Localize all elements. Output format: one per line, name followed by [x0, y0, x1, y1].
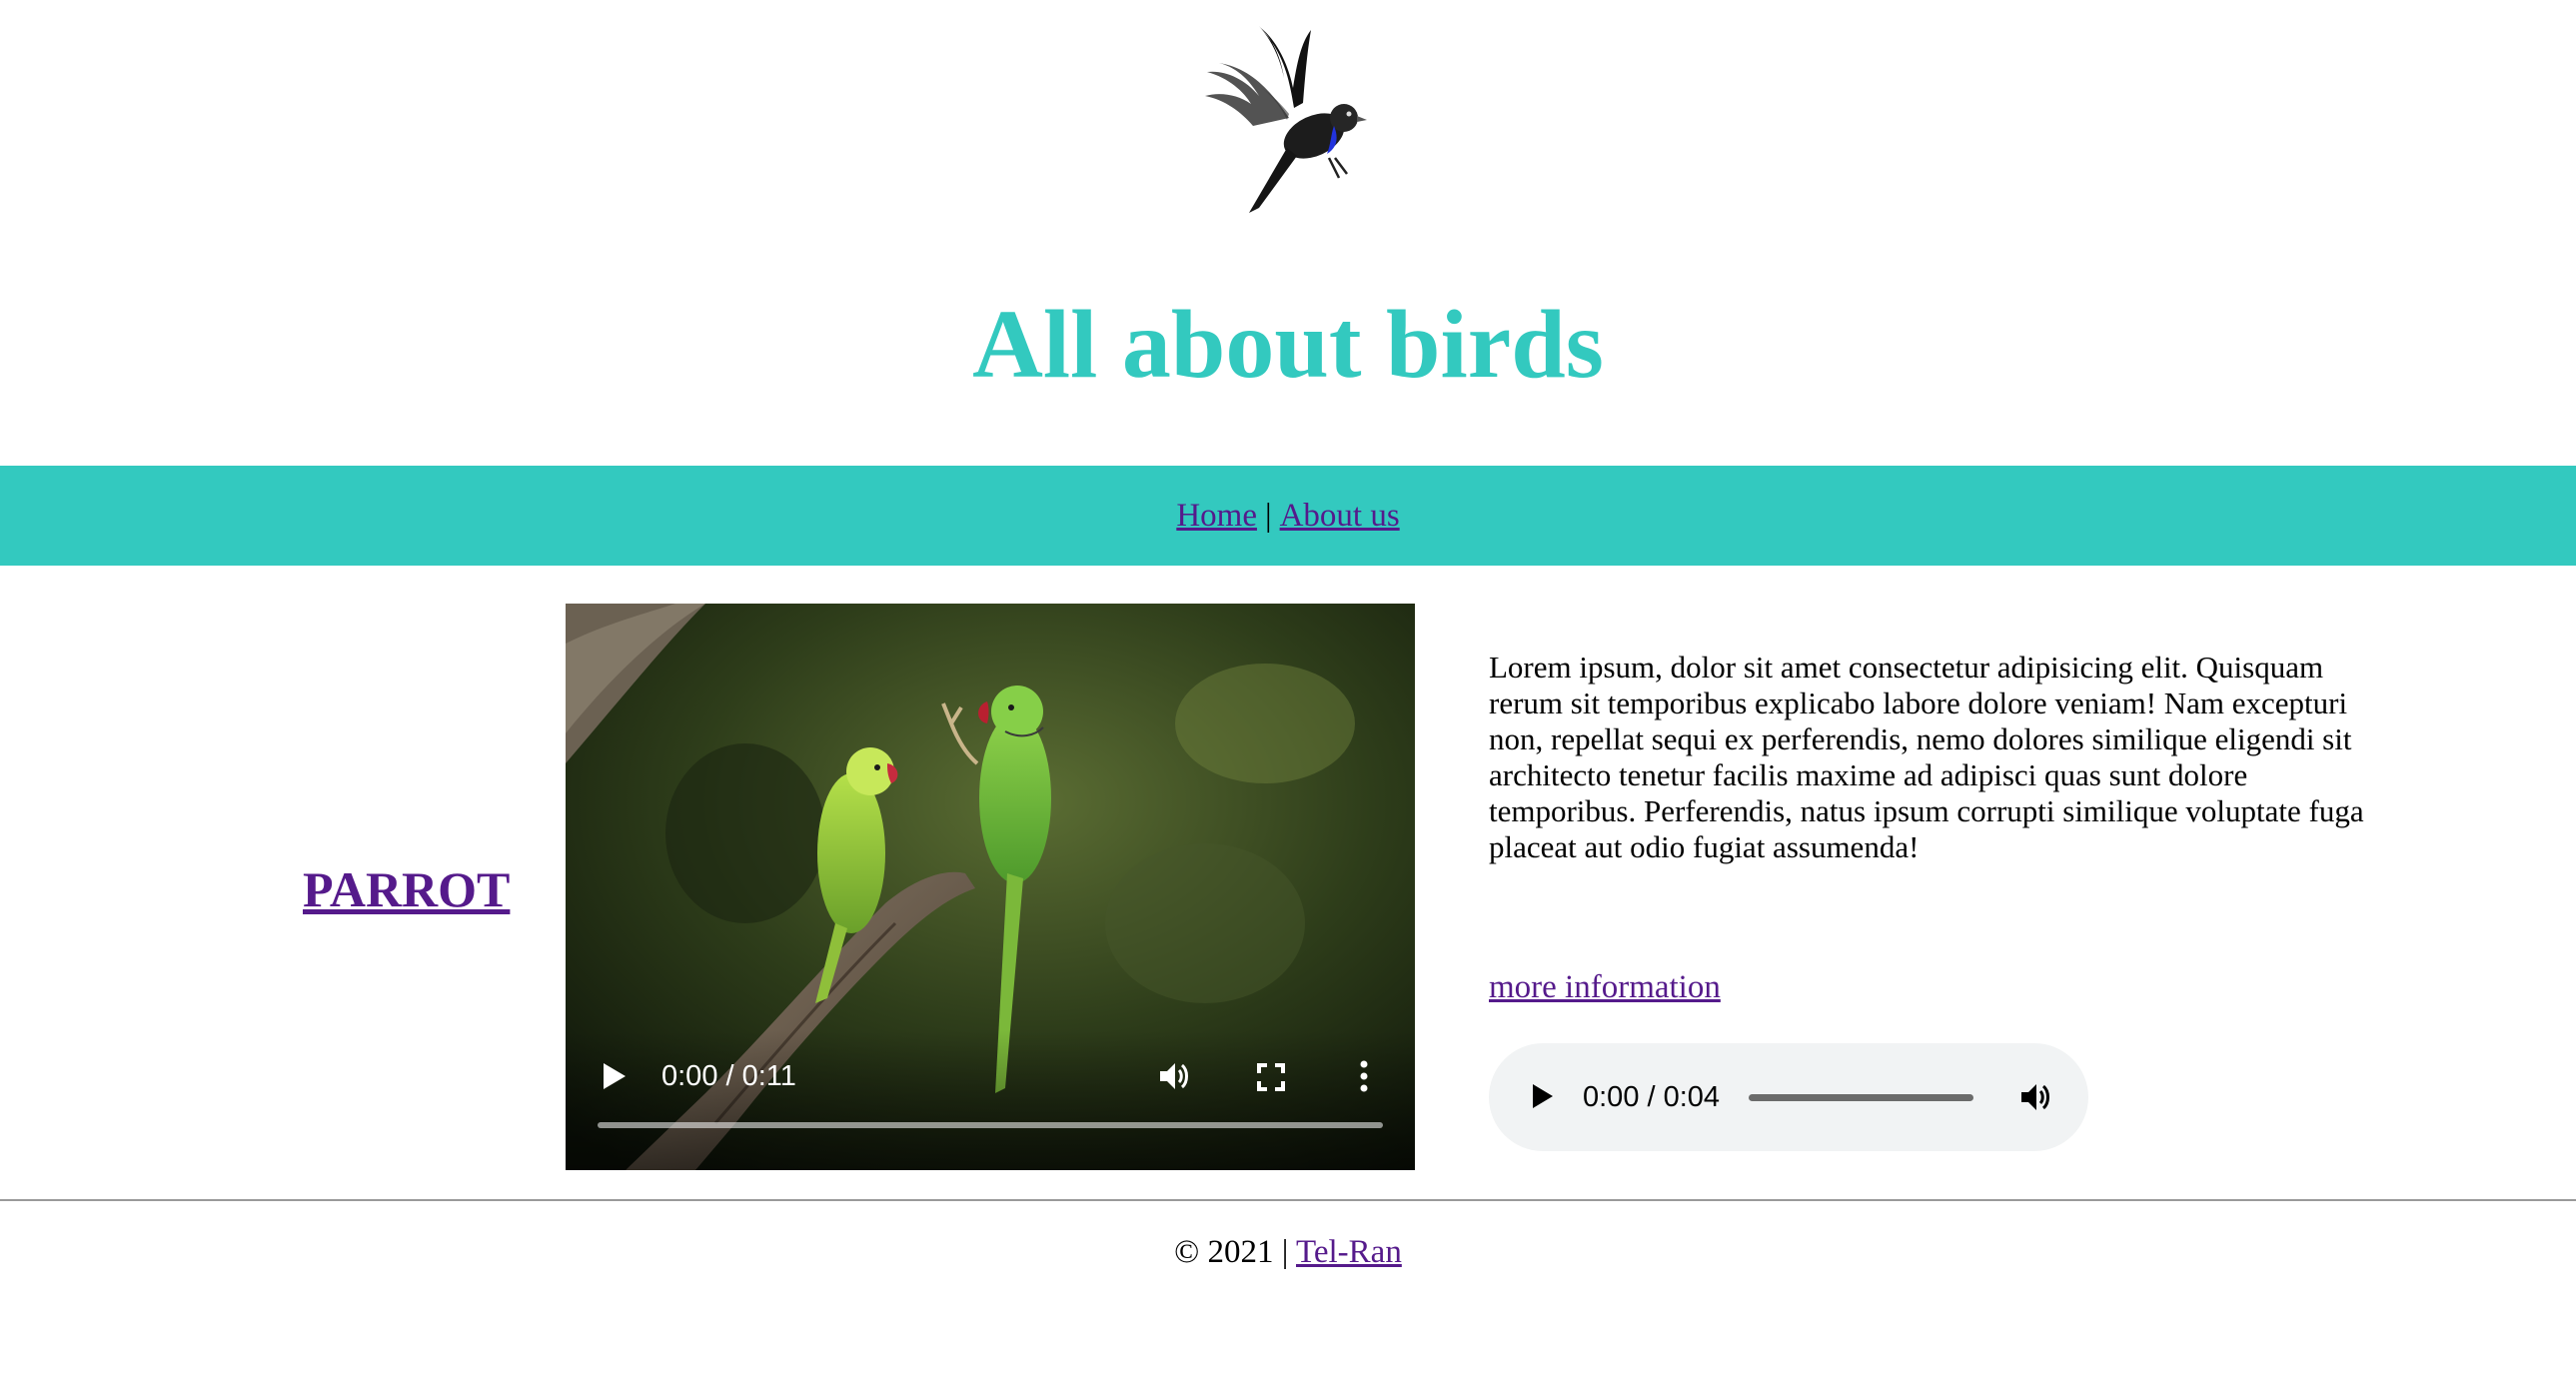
footer-link-tel-ran[interactable]: Tel-Ran [1296, 1234, 1402, 1270]
bird-logo [1205, 26, 1367, 213]
more-options-icon[interactable] [1358, 1059, 1370, 1093]
video-player[interactable]: 0:00 / 0:11 [566, 604, 1415, 1170]
audio-player[interactable]: 0:00 / 0:04 [1489, 1043, 2088, 1151]
description-text: Lorem ipsum, dolor sit amet consectetur … [1489, 650, 2364, 864]
nav-bar: Home | About us [0, 466, 2576, 566]
footer: © 2021 | Tel-Ran [0, 1229, 2576, 1275]
copyright-text: © 2021 | [1174, 1234, 1289, 1270]
play-icon[interactable] [602, 1061, 628, 1091]
video-progress-bar[interactable] [598, 1122, 1383, 1128]
video-controls [566, 1030, 1415, 1170]
volume-icon[interactable] [1157, 1059, 1191, 1093]
audio-progress-bar[interactable] [1749, 1094, 1973, 1101]
nav-link-home[interactable]: Home [1176, 498, 1257, 534]
bird-name-link[interactable]: PARROT [303, 854, 510, 924]
nav-link-about-us[interactable]: About us [1280, 498, 1400, 534]
volume-icon[interactable] [2018, 1080, 2052, 1114]
fullscreen-icon[interactable] [1257, 1063, 1285, 1091]
play-icon[interactable] [1531, 1082, 1555, 1110]
audio-time: 0:00 / 0:04 [1583, 1081, 1721, 1113]
page-title: All about birds [972, 291, 1604, 399]
nav-separator: | [1264, 498, 1272, 534]
header [0, 0, 2576, 230]
more-information-link[interactable]: more information [1489, 967, 1721, 1007]
footer-divider [0, 1199, 2576, 1201]
video-time: 0:00 / 0:11 [661, 1060, 796, 1092]
